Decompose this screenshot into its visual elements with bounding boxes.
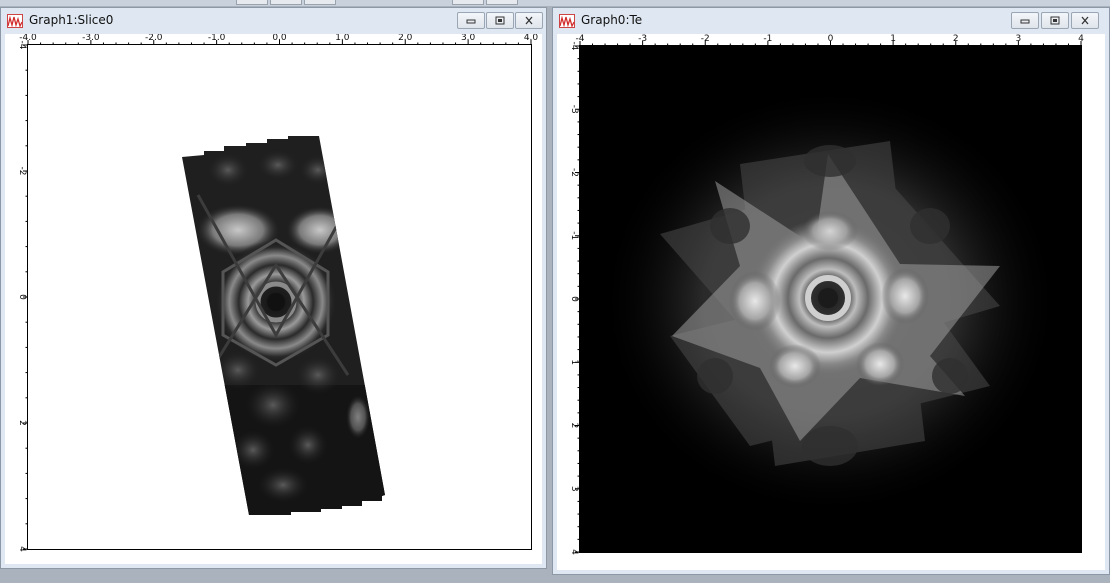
background-window-button[interactable] [486, 0, 518, 5]
graph1-window[interactable]: Graph1:Slice0 -4.0 -3.0 -2.0 -1.0 0.0 1.0 2.0 3… [0, 7, 547, 569]
x-tick-label: 2.0 [398, 34, 413, 43]
y-tick-label: -2 [17, 167, 27, 176]
restore-icon [495, 16, 505, 25]
graph0-window[interactable]: Graph0:Te -4 -3 -2 -1 0 1 2 3 4 -4 -3 -2 -1 0 1 2 3 4 [552, 7, 1110, 575]
background-window-button[interactable] [270, 0, 302, 5]
x-tick-label: -2.0 [145, 34, 163, 43]
graph-app-icon[interactable] [559, 14, 575, 28]
y-tick-label: -4 [17, 41, 27, 50]
y-tick-label: -2 [569, 168, 579, 177]
graph1-slice-image [28, 45, 531, 549]
graph1-client-area: -4.0 -3.0 -2.0 -1.0 0.0 1.0 2.0 3.0 4.0 -4 -2 0 2 4 [5, 34, 542, 564]
y-tick-label: 1 [569, 359, 579, 365]
x-tick-label: -1.0 [208, 34, 226, 43]
graph0-title: Graph0:Te [581, 13, 643, 27]
x-tick-label: 1.0 [335, 34, 350, 43]
x-tick-label: 4 [1078, 34, 1084, 44]
x-tick-label: -2 [701, 34, 710, 44]
x-tick-label: 0 [828, 34, 834, 44]
x-tick-label: 4.0 [524, 34, 539, 43]
y-tick-label: 0 [17, 294, 27, 300]
y-tick-label: -4 [569, 42, 579, 51]
restore-button[interactable] [1041, 12, 1069, 29]
graph1-title: Graph1:Slice0 [29, 13, 114, 27]
graph-app-icon[interactable] [7, 14, 23, 28]
y-tick-label: 4 [17, 546, 27, 552]
minimize-icon [466, 19, 476, 23]
background-window-strip [0, 0, 1110, 6]
close-button[interactable] [515, 12, 543, 29]
background-window-button[interactable] [304, 0, 336, 5]
x-tick-label: 1 [890, 34, 896, 44]
y-tick-label: 3 [569, 486, 579, 492]
minimize-icon [1020, 19, 1030, 23]
graph0-client-area: -4 -3 -2 -1 0 1 2 3 4 -4 -3 -2 -1 0 1 2 3 4 [557, 34, 1105, 570]
x-tick-label: -3.0 [82, 34, 100, 43]
x-tick-label: 3 [1016, 34, 1022, 44]
y-tick-label: 2 [569, 423, 579, 429]
minimize-button[interactable] [1011, 12, 1039, 29]
graph1-title-bar[interactable]: Graph1:Slice0 [1, 8, 546, 34]
graph0-title-bar[interactable]: Graph0:Te [553, 8, 1109, 34]
close-button[interactable] [1071, 12, 1099, 29]
background-window-button[interactable] [236, 0, 268, 5]
graph1-plot-area[interactable] [28, 45, 531, 549]
y-tick-label: -3 [569, 105, 579, 114]
x-tick-label: -3 [638, 34, 647, 44]
y-tick-label: 2 [17, 420, 27, 426]
x-tick-label: -1 [763, 34, 772, 44]
y-tick-label: -1 [569, 231, 579, 240]
x-tick-label: 3.0 [461, 34, 476, 43]
minimize-button[interactable] [457, 12, 485, 29]
restore-button[interactable] [486, 12, 514, 29]
x-tick-label: 2 [953, 34, 959, 44]
restore-icon [1050, 16, 1060, 25]
y-tick-label: 0 [569, 296, 579, 302]
graph0-plot-area[interactable] [580, 46, 1081, 552]
graph0-te-image [580, 46, 1081, 552]
background-window-button[interactable] [452, 0, 484, 5]
x-tick-label: 0.0 [272, 34, 287, 43]
close-icon [1081, 16, 1089, 25]
close-icon [525, 16, 533, 25]
y-tick-label: 4 [569, 549, 579, 555]
